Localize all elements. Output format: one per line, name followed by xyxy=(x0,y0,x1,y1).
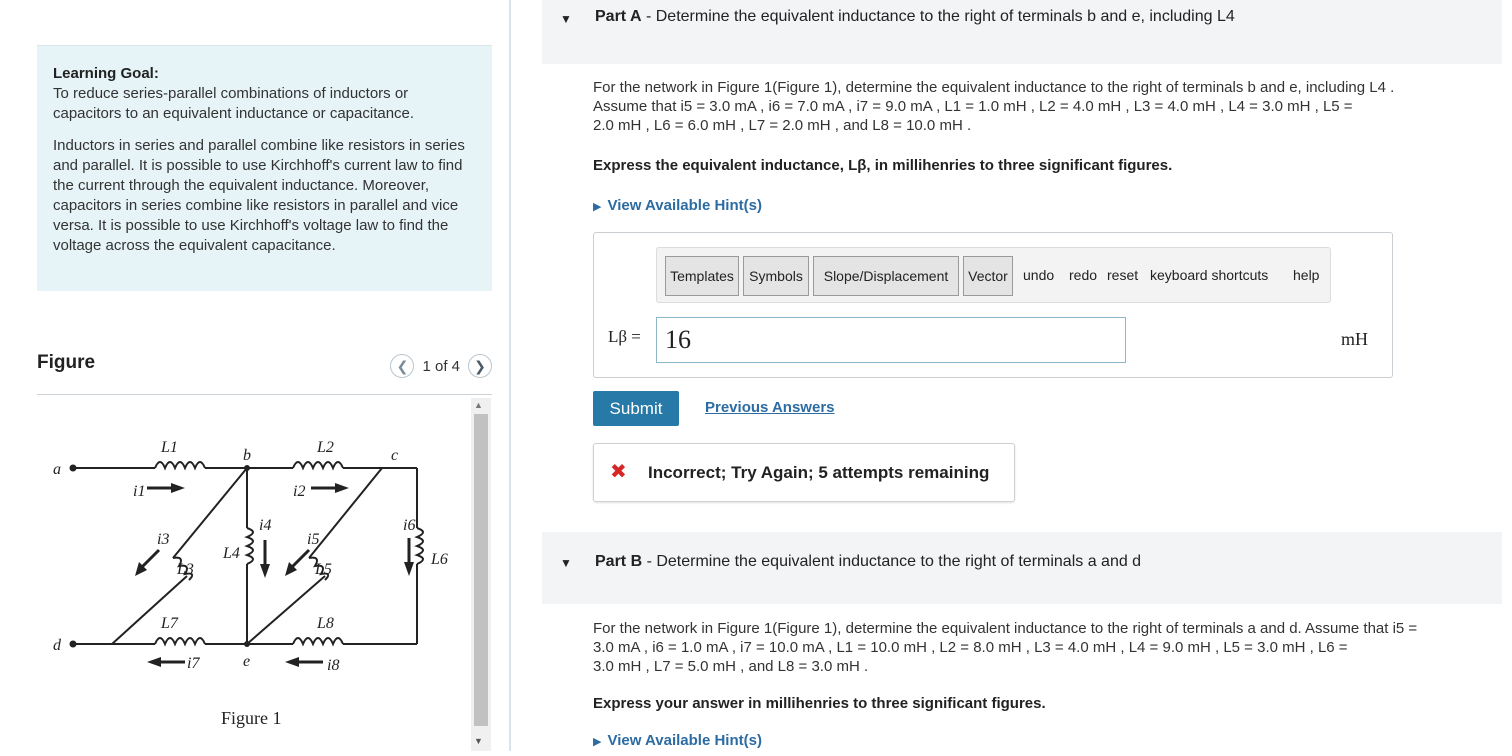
part-a-body-line3: 2.0 mH , L6 = 6.0 mH , L7 = 2.0 mH , and… xyxy=(593,117,972,134)
column-divider xyxy=(509,0,511,751)
answer-box: Templates Symbols Slope/Displacement Vec… xyxy=(593,232,1393,378)
label-L2: L2 xyxy=(316,439,334,456)
part-b-body: For the network in Figure 1(Figure 1), d… xyxy=(593,619,1508,676)
answer-unit: mH xyxy=(1341,329,1368,349)
part-a-instruction: Express the equivalent inductance, Lβ, i… xyxy=(593,157,1173,174)
right-panel: ▼ Part A - Determine the equivalent indu… xyxy=(512,0,1512,751)
previous-figure-button[interactable]: ❮ xyxy=(390,354,415,378)
scroll-up-icon[interactable]: ▲ xyxy=(474,400,483,410)
chevron-right-icon: ❯ xyxy=(474,357,486,374)
label-L6: L6 xyxy=(430,551,448,568)
part-a-hint-label: View Available Hint(s) xyxy=(607,197,762,214)
chevron-left-icon: ❮ xyxy=(396,357,409,374)
part-a-body-line2: Assume that i5 = 3.0 mA , i6 = 7.0 mA , … xyxy=(593,98,1353,115)
feedback-box: ✖ Incorrect; Try Again; 5 attempts remai… xyxy=(593,443,1015,502)
label-i3: i3 xyxy=(157,531,169,548)
templates-button[interactable]: Templates xyxy=(665,256,739,296)
figure-scroll-thumb[interactable] xyxy=(474,414,488,726)
figure-page-indicator: 1 of 4 xyxy=(422,357,460,375)
redo-button[interactable]: redo xyxy=(1069,256,1097,296)
part-b-title-text: Determine the equivalent inductance to t… xyxy=(656,553,1142,570)
label-i5: i5 xyxy=(307,531,319,548)
learning-goal-box: Learning Goal: To reduce series-parallel… xyxy=(37,45,492,291)
figure-caption: Figure 1 xyxy=(221,708,282,728)
node-b-label: b xyxy=(243,447,251,464)
label-i6: i6 xyxy=(403,517,415,534)
expand-triangle-icon: ▶ xyxy=(593,736,602,748)
part-a-title-text: Determine the equivalent inductance to t… xyxy=(655,8,1235,25)
vector-button[interactable]: Vector xyxy=(963,256,1013,296)
part-b-body-line2: 3.0 mA , i6 = 1.0 mA , i7 = 10.0 mA , L1… xyxy=(593,639,1348,656)
collapse-caret-icon[interactable]: ▼ xyxy=(560,12,572,26)
label-L3: L3 xyxy=(176,561,194,578)
part-b-body-line3: 3.0 mH , L7 = 5.0 mH , and L8 = 3.0 mH . xyxy=(593,658,869,675)
label-i4: i4 xyxy=(259,517,271,534)
slope-displacement-button[interactable]: Slope/Displacement xyxy=(813,256,959,296)
figure-divider xyxy=(37,394,492,395)
next-figure-button[interactable]: ❯ xyxy=(468,354,492,378)
reset-button[interactable]: reset xyxy=(1107,256,1138,296)
node-a-label: a xyxy=(53,461,61,478)
symbols-button[interactable]: Symbols xyxy=(743,256,809,296)
circuit-diagram: a d b c e L1 L2 L3 L4 L5 L6 L7 L8 i1 i2 … xyxy=(53,439,448,728)
undo-button[interactable]: undo xyxy=(1023,256,1054,296)
label-L8: L8 xyxy=(316,615,334,632)
figure-pager: ❮ 1 of 4 ❯ xyxy=(390,354,492,378)
label-L4: L4 xyxy=(222,545,240,562)
label-L7: L7 xyxy=(160,615,179,632)
part-a-header[interactable]: ▼ Part A - Determine the equivalent indu… xyxy=(542,0,1502,64)
help-button[interactable]: help xyxy=(1293,256,1319,296)
left-panel: Learning Goal: To reduce series-parallel… xyxy=(0,0,510,751)
learning-goal-text: To reduce series-parallel combinations o… xyxy=(53,85,415,122)
learning-goal-detail: Inductors in series and parallel combine… xyxy=(53,137,465,254)
node-e-label: e xyxy=(243,653,250,670)
label-i7: i7 xyxy=(187,655,200,672)
answer-label: Lβ = xyxy=(608,327,641,346)
incorrect-x-icon: ✖ xyxy=(610,461,627,483)
node-c-label: c xyxy=(391,447,398,464)
submit-button[interactable]: Submit xyxy=(593,391,679,426)
part-a-body-line1: For the network in Figure 1(Figure 1), d… xyxy=(593,79,1395,96)
feedback-message: Incorrect; Try Again; 5 attempts remaini… xyxy=(648,463,990,482)
math-toolbar: Templates Symbols Slope/Displacement Vec… xyxy=(656,247,1331,303)
figure-header: Figure ❮ 1 of 4 ❯ xyxy=(37,350,492,390)
scroll-down-icon[interactable]: ▼ xyxy=(474,736,483,746)
label-i1: i1 xyxy=(133,483,145,500)
label-L1: L1 xyxy=(160,439,178,456)
expand-triangle-icon: ▶ xyxy=(593,201,602,213)
label-i2: i2 xyxy=(293,483,305,500)
collapse-caret-icon[interactable]: ▼ xyxy=(560,556,572,570)
part-a-title: Part A - Determine the equivalent induct… xyxy=(595,8,1235,25)
learning-goal-title: Learning Goal: xyxy=(53,65,159,82)
part-b-instruction: Express your answer in millihenries to t… xyxy=(593,695,1046,712)
part-a-hint-link[interactable]: ▶ View Available Hint(s) xyxy=(593,197,762,214)
label-i8: i8 xyxy=(327,657,339,674)
part-b-label: Part B xyxy=(595,553,643,570)
part-a-body: For the network in Figure 1(Figure 1), d… xyxy=(593,78,1508,135)
part-a-label: Part A xyxy=(595,8,642,25)
keyboard-shortcuts-button[interactable]: keyboard shortcuts xyxy=(1150,256,1268,296)
part-b-title: Part B - Determine the equivalent induct… xyxy=(595,553,1142,570)
part-b-body-line1: For the network in Figure 1(Figure 1), d… xyxy=(593,620,1418,637)
figure-title: Figure xyxy=(37,352,96,373)
part-b-hint-label: View Available Hint(s) xyxy=(607,732,762,749)
part-b-header[interactable]: ▼ Part B - Determine the equivalent indu… xyxy=(542,532,1502,604)
previous-answers-link[interactable]: Previous Answers xyxy=(705,399,835,416)
figure-viewport: a d b c e L1 L2 L3 L4 L5 L6 L7 L8 i1 i2 … xyxy=(37,398,471,751)
node-d-label: d xyxy=(53,637,62,654)
label-L5: L5 xyxy=(314,561,332,578)
part-b-hint-link[interactable]: ▶ View Available Hint(s) xyxy=(593,732,762,749)
answer-input[interactable]: 16 xyxy=(656,317,1126,363)
